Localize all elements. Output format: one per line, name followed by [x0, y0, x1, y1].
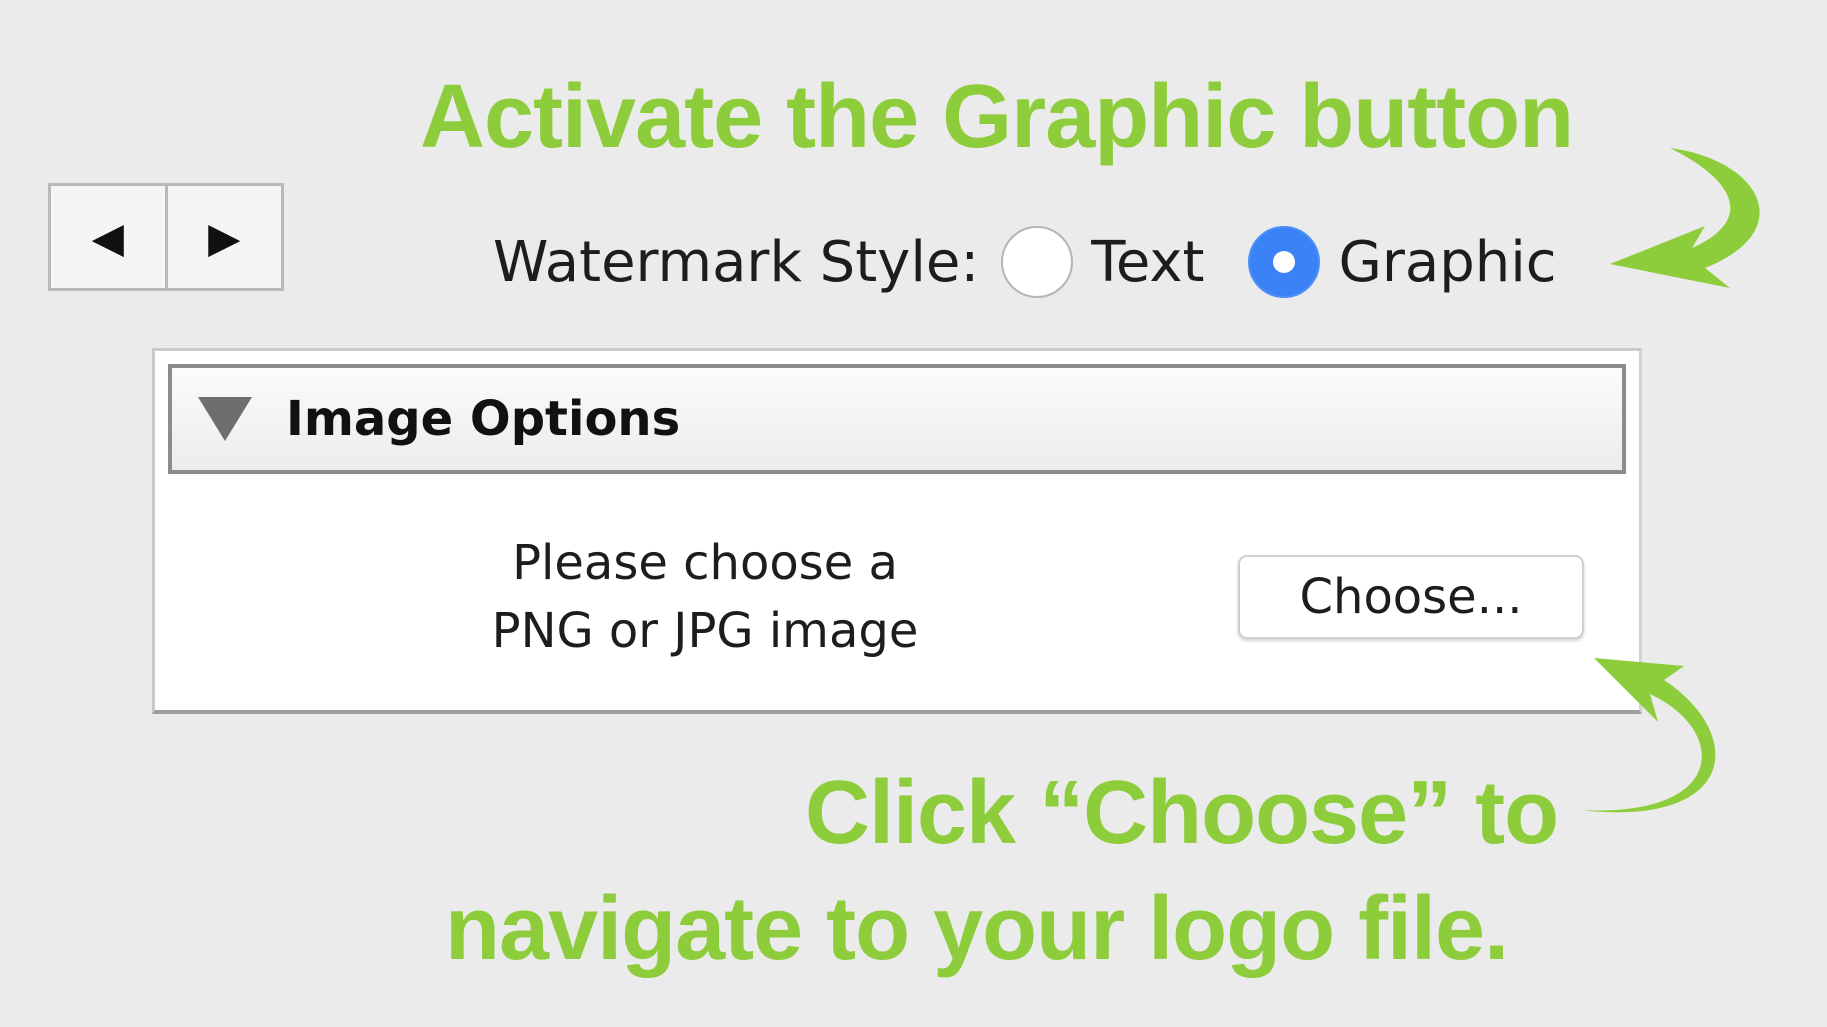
callout-activate-graphic: Activate the Graphic button: [420, 67, 1574, 167]
next-button[interactable]: ▶: [164, 186, 282, 288]
text-radio-label[interactable]: Text: [1091, 230, 1204, 295]
callout-navigate-logo: navigate to your logo file.: [445, 879, 1509, 979]
curved-arrow-to-choose-icon: [1580, 658, 1716, 813]
right-arrow-icon: ▶: [208, 212, 241, 262]
watermark-style-row: Watermark Style: Text Graphic: [493, 222, 1557, 302]
image-options-panel: Image Options Please choose a PNG or JPG…: [152, 348, 1642, 714]
radio-selected-dot-icon: [1273, 251, 1296, 273]
previous-button[interactable]: ◀: [51, 186, 165, 288]
watermark-style-label: Watermark Style:: [493, 229, 980, 295]
graphic-radio-label[interactable]: Graphic: [1338, 230, 1556, 295]
curved-arrow-to-graphic-icon: [1610, 148, 1760, 288]
left-arrow-icon: ◀: [91, 212, 124, 262]
disclosure-triangle-icon[interactable]: [198, 397, 252, 441]
choose-button[interactable]: Choose...: [1238, 555, 1584, 639]
callout-click-choose: Click “Choose” to: [805, 763, 1559, 863]
prompt-line-2: PNG or JPG image: [491, 603, 919, 659]
graphic-radio-button[interactable]: [1248, 226, 1321, 298]
image-options-title: Image Options: [286, 391, 681, 447]
text-radio-button[interactable]: [1001, 226, 1074, 298]
image-options-header[interactable]: Image Options: [168, 364, 1626, 474]
choose-image-prompt: Please choose a PNG or JPG image: [435, 529, 975, 665]
prompt-line-1: Please choose a: [512, 535, 898, 591]
navigation-arrows: ◀ ▶: [48, 183, 284, 291]
